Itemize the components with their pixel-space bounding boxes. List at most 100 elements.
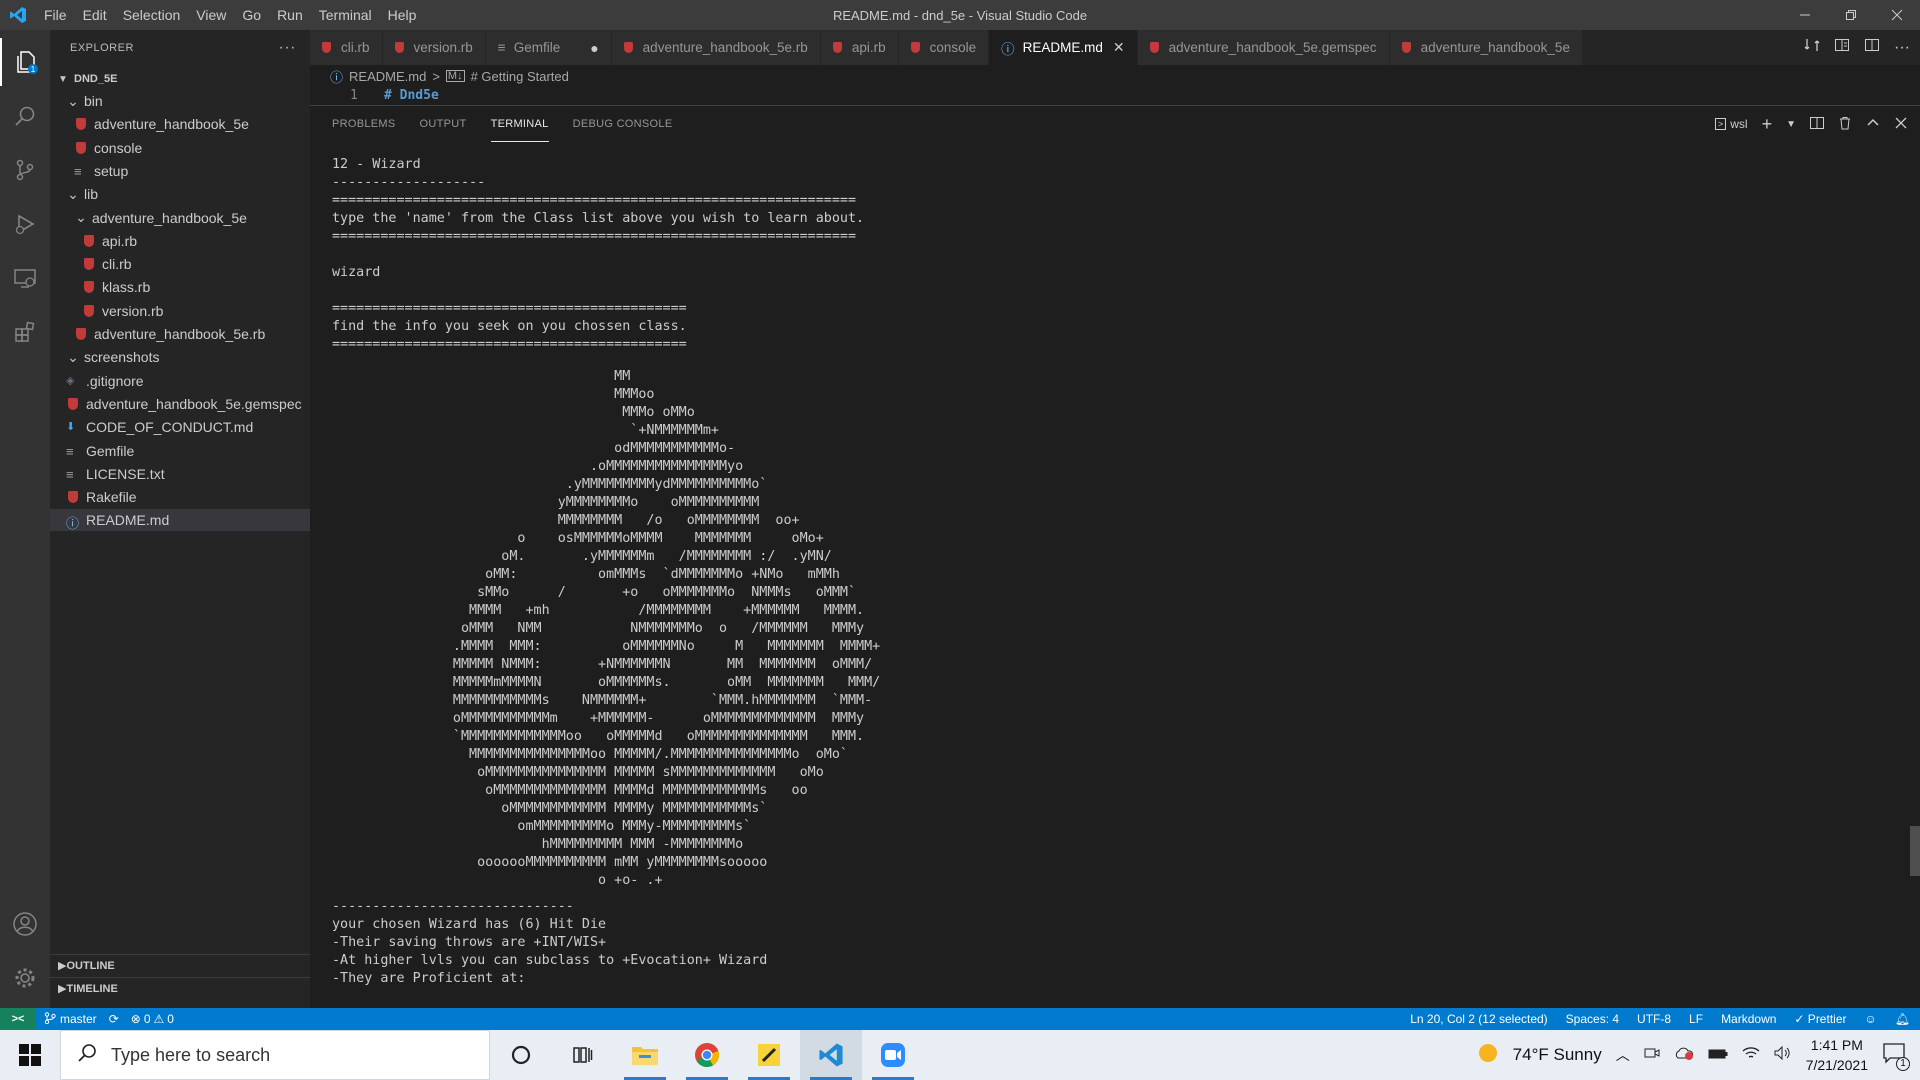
meet-now-icon[interactable] — [1644, 1045, 1660, 1066]
file-explorer-icon[interactable] — [614, 1030, 676, 1080]
file-setup[interactable]: ≡ setup — [50, 160, 310, 182]
volume-icon[interactable] — [1774, 1045, 1792, 1065]
menu-selection[interactable]: Selection — [115, 0, 189, 30]
panel-tab-problems[interactable]: PROBLEMS — [332, 106, 396, 142]
encoding[interactable]: UTF-8 — [1637, 1012, 1671, 1026]
more-actions-icon[interactable]: ··· — [279, 39, 296, 57]
tab-adventure-handbook-5e-gemspec[interactable]: adventure_handbook_5e.gemspec — [1137, 30, 1390, 65]
feedback-icon[interactable]: ☺ — [1865, 1012, 1877, 1026]
wifi-icon[interactable] — [1742, 1045, 1760, 1065]
file-console[interactable]: console — [50, 137, 310, 159]
cursor-position[interactable]: Ln 20, Col 2 (12 selected) — [1410, 1012, 1547, 1026]
folder-screenshots[interactable]: ⌄ screenshots — [50, 346, 310, 368]
split-terminal-icon[interactable] — [1810, 116, 1824, 133]
file-gemfile[interactable]: ≡ Gemfile — [50, 440, 310, 462]
close-panel-icon[interactable] — [1894, 116, 1908, 133]
sync-icon[interactable]: ⟳ — [109, 1012, 119, 1026]
explorer-icon[interactable]: 1 — [0, 38, 50, 86]
file-adventure-handbook-5e-gemspec[interactable]: adventure_handbook_5e.gemspec — [50, 393, 310, 415]
sticky-notes-icon[interactable] — [738, 1030, 800, 1080]
menu-run[interactable]: Run — [269, 0, 311, 30]
folder-bin[interactable]: ⌄ bin — [50, 90, 310, 112]
file-readme-md[interactable]: ⓘ README.md — [50, 509, 310, 532]
new-terminal-icon[interactable]: + — [1762, 114, 1773, 135]
tab-gemfile[interactable]: ≡ Gemfile ● — [485, 30, 612, 65]
panel-tab-debug-console[interactable]: DEBUG CONSOLE — [573, 106, 673, 142]
breadcrumb-file[interactable]: README.md — [349, 69, 426, 84]
folder-lib[interactable]: ⌄ lib — [50, 183, 310, 205]
menu-edit[interactable]: Edit — [75, 0, 115, 30]
action-center-icon[interactable]: 1 — [1882, 1042, 1910, 1071]
settings-gear-icon[interactable] — [0, 954, 50, 1002]
timeline-section[interactable]: ▶ TIMELINE — [50, 977, 310, 999]
file-rakefile[interactable]: Rakefile — [50, 486, 310, 508]
windows-start-icon[interactable] — [0, 1030, 60, 1080]
prettier-status[interactable]: ✓ Prettier — [1794, 1012, 1846, 1026]
terminal-scrollbar[interactable] — [1910, 826, 1920, 876]
weather-label[interactable]: 74°F Sunny — [1513, 1045, 1602, 1065]
file-adventure-handbook-5e[interactable]: adventure_handbook_5e — [50, 113, 310, 135]
kill-terminal-trash-icon[interactable] — [1838, 116, 1852, 133]
outline-section[interactable]: ▶ OUTLINE — [50, 954, 310, 976]
file-cli-rb[interactable]: cli.rb — [50, 253, 310, 275]
editor-visible-line[interactable]: 1 # Dnd5e — [310, 88, 1920, 104]
accounts-icon[interactable] — [0, 900, 50, 948]
file-code-of-conduct-md[interactable]: ⬇ CODE_OF_CONDUCT.md — [50, 416, 310, 438]
extensions-icon[interactable] — [0, 308, 50, 356]
more-icon[interactable]: ··· — [1894, 39, 1910, 57]
tab-api-rb[interactable]: api.rb — [820, 30, 899, 65]
notifications-bell-icon[interactable]: 🔔︎ — [1895, 1012, 1910, 1026]
panel-tab-terminal[interactable]: TERMINAL — [490, 106, 549, 142]
unsaved-dot-icon[interactable]: ● — [590, 40, 598, 56]
menu-go[interactable]: Go — [234, 0, 269, 30]
zoom-icon[interactable] — [862, 1030, 924, 1080]
line-ending[interactable]: LF — [1689, 1012, 1703, 1026]
workspace-root[interactable]: ▼ DND_5E — [50, 68, 310, 90]
file-license-txt[interactable]: ≡ LICENSE.txt — [50, 463, 310, 485]
file-klass-rb[interactable]: klass.rb — [50, 276, 310, 298]
tab-adventure-handbook-5e-rb[interactable]: adventure_handbook_5e.rb — [611, 30, 821, 65]
chrome-icon[interactable] — [676, 1030, 738, 1080]
menu-file[interactable]: File — [36, 0, 75, 30]
file-version-rb[interactable]: version.rb — [50, 300, 310, 322]
open-changes-icon[interactable] — [1804, 37, 1820, 58]
show-hidden-icons-chevron-icon[interactable]: ︿ — [1616, 1045, 1630, 1065]
onedrive-icon[interactable] — [1674, 1045, 1694, 1066]
weather-sun-icon[interactable] — [1477, 1042, 1499, 1069]
breadcrumb-section[interactable]: # Getting Started — [471, 69, 569, 84]
terminal-output[interactable]: 12 - Wizard ------------------- ========… — [332, 156, 1892, 1006]
tab-cli-rb[interactable]: cli.rb — [310, 30, 383, 65]
maximize-panel-chevron-up-icon[interactable] — [1866, 116, 1880, 133]
tab-adventure-handbook-5e[interactable]: adventure_handbook_5e — [1389, 30, 1583, 65]
problems-item[interactable]: ⊗ 0 ⚠ 0 — [131, 1012, 174, 1026]
clock[interactable]: 1:41 PM 7/21/2021 — [1806, 1035, 1868, 1075]
close-tab-icon[interactable]: ✕ — [1113, 39, 1125, 56]
remote-indicator-icon[interactable]: >< — [0, 1008, 36, 1030]
cortana-icon[interactable] — [490, 1030, 552, 1080]
close-window-icon[interactable] — [1874, 0, 1920, 30]
file-api-rb[interactable]: api.rb — [50, 230, 310, 252]
menu-help[interactable]: Help — [380, 0, 425, 30]
tab-console[interactable]: console — [898, 30, 990, 65]
search-icon[interactable] — [0, 92, 50, 140]
split-editor-icon[interactable] — [1864, 37, 1880, 58]
file-gitignore[interactable]: ◈ .gitignore — [50, 370, 310, 392]
indentation[interactable]: Spaces: 4 — [1566, 1012, 1619, 1026]
taskbar-search-box[interactable]: Type here to search — [60, 1030, 490, 1080]
vscode-taskbar-icon[interactable] — [800, 1030, 862, 1080]
terminal-dropdown-icon[interactable]: ▼ — [1786, 119, 1796, 130]
battery-icon[interactable] — [1708, 1045, 1728, 1065]
folder-adventure-handbook-5e[interactable]: ⌄ adventure_handbook_5e — [50, 207, 310, 229]
open-preview-icon[interactable] — [1834, 37, 1850, 58]
menu-view[interactable]: View — [188, 0, 234, 30]
tab-version-rb[interactable]: version.rb — [382, 30, 486, 65]
language-mode[interactable]: Markdown — [1721, 1012, 1776, 1026]
restore-icon[interactable] — [1828, 0, 1874, 30]
menu-terminal[interactable]: Terminal — [311, 0, 380, 30]
file-adventure-handbook-5e-rb[interactable]: adventure_handbook_5e.rb — [50, 323, 310, 345]
branch-item[interactable]: master — [44, 1011, 97, 1027]
tab-readme-md[interactable]: ⓘ README.md ✕ — [989, 30, 1138, 65]
task-view-icon[interactable] — [552, 1030, 614, 1080]
remote-explorer-icon[interactable] — [0, 254, 50, 302]
minimize-icon[interactable] — [1782, 0, 1828, 30]
